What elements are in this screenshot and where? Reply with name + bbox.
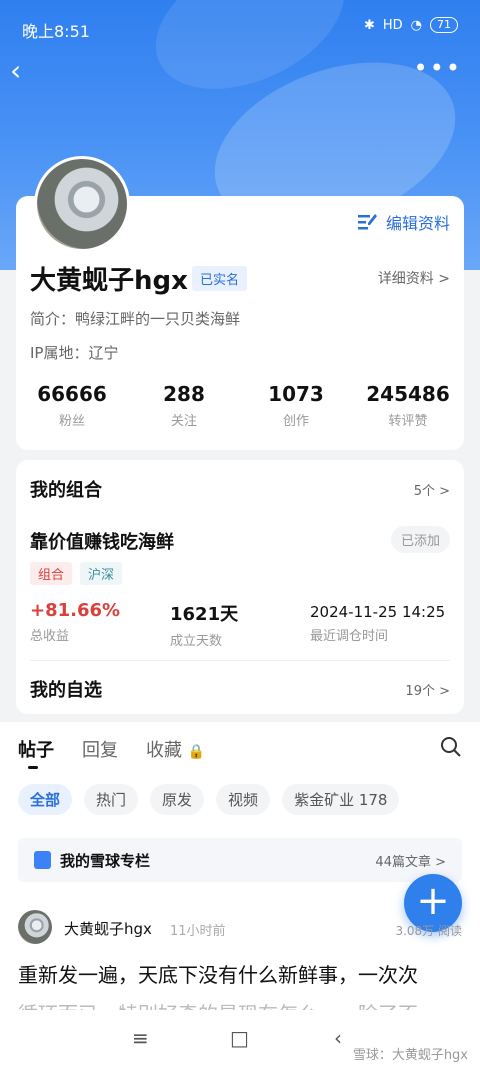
chip-stock[interactable]: 紫金矿业 178: [282, 784, 400, 815]
lock-icon: 🔒: [187, 744, 206, 760]
days-established: 1621天 成立天数: [170, 604, 239, 649]
wifi-icon: ◔: [410, 17, 422, 33]
chip-hot[interactable]: 热门: [84, 784, 139, 815]
watermark: 雪球：大黄蚬子hgx: [352, 1048, 468, 1063]
avatar[interactable]: [34, 156, 130, 252]
user-name: 大黄蚬子hgx: [30, 266, 188, 296]
system-navigation-bar: ≡ □ ‹ 雪球：大黄蚬子hgx: [0, 1010, 480, 1067]
tab-replies[interactable]: 回复: [82, 736, 118, 762]
stat-followers[interactable]: 66666 粉丝: [16, 382, 128, 429]
last-rebalance: 2024-11-25 14:25 最近调仓时间: [310, 603, 446, 644]
portfolio-count-link[interactable]: 5个 >: [414, 480, 450, 499]
user-bio: 简介：鸭绿江畔的一只贝类海鲜: [30, 310, 241, 328]
stat-following[interactable]: 288 关注: [128, 382, 240, 429]
chip-video[interactable]: 视频: [216, 784, 271, 815]
post-reads: 3.08万 阅读: [395, 924, 462, 938]
detail-profile-link[interactable]: 详细资料 >: [378, 268, 450, 288]
added-badge[interactable]: 已添加: [390, 526, 450, 553]
portfolio-name[interactable]: 靠价值赚钱吃海鲜: [30, 528, 174, 554]
bluetooth-icon: ✱: [363, 17, 375, 33]
column-count: 44篇文章 >: [375, 855, 446, 870]
top-navigation: ‹ •••: [0, 50, 480, 94]
column-title: 我的雪球专栏: [60, 852, 151, 870]
back-nav-icon[interactable]: ‹: [334, 1026, 342, 1050]
verified-badge: 已实名: [192, 266, 248, 291]
stat-creations[interactable]: 1073 创作: [240, 382, 352, 429]
portfolio-title: 我的组合: [30, 480, 102, 501]
total-return: +81.66% 总收益: [30, 600, 121, 644]
watchlist-title: 我的自选: [30, 680, 102, 701]
tag-market: 沪深: [80, 562, 123, 585]
chip-all[interactable]: 全部: [18, 784, 73, 815]
edit-profile-label: 编辑资料: [385, 214, 450, 233]
profile-card: 编辑资料 大黄蚬子hgx 已实名 详细资料 > 简介：鸭绿江畔的一只贝类海鲜 I…: [16, 156, 464, 450]
status-icons: ✱ HD ◔ 71: [364, 17, 458, 33]
home-icon[interactable]: □: [230, 1026, 249, 1050]
more-options-button[interactable]: •••: [414, 54, 462, 82]
post-author[interactable]: 大黄蚬子hgx: [64, 918, 152, 939]
post-author-avatar[interactable]: [18, 910, 52, 944]
edit-icon: [357, 214, 377, 230]
back-button[interactable]: ‹: [10, 56, 40, 86]
content-tabs: 帖子 回复 收藏 🔒: [18, 736, 205, 769]
tab-posts[interactable]: 帖子: [18, 736, 54, 769]
ip-location: IP属地：辽宁: [30, 344, 119, 362]
profile-stats: 66666 粉丝 288 关注 1073 创作 245486 转评赞: [16, 382, 464, 429]
column-bar[interactable]: 我的雪球专栏 44篇文章 >: [18, 838, 462, 882]
portfolio-card: 我的组合 5个 > 靠价值赚钱吃海鲜 已添加 组合 沪深 +81.66% 总收益…: [16, 460, 464, 714]
divider: [30, 660, 450, 661]
tab-favorites[interactable]: 收藏 🔒: [146, 736, 205, 762]
filter-chips: 全部 热门 原发 视频 紫金矿业 178: [18, 784, 400, 815]
search-icon[interactable]: [440, 736, 462, 758]
chip-original[interactable]: 原发: [150, 784, 205, 815]
watchlist-count-link[interactable]: 19个 >: [405, 680, 450, 699]
menu-icon[interactable]: ≡: [132, 1026, 149, 1050]
post-time: 11小时前: [170, 924, 226, 939]
column-icon: [34, 851, 51, 869]
stat-likes[interactable]: 245486 转评赞: [352, 382, 464, 429]
signal-icon: HD: [382, 17, 403, 33]
tag-group: 组合: [30, 562, 73, 585]
post-text[interactable]: 重新发一遍，天底下没有什么新鲜事，一次次: [18, 958, 462, 992]
status-time: 晚上8:51: [22, 22, 90, 41]
edit-profile-button[interactable]: 编辑资料: [357, 210, 450, 234]
battery-icon: 71: [430, 17, 458, 33]
